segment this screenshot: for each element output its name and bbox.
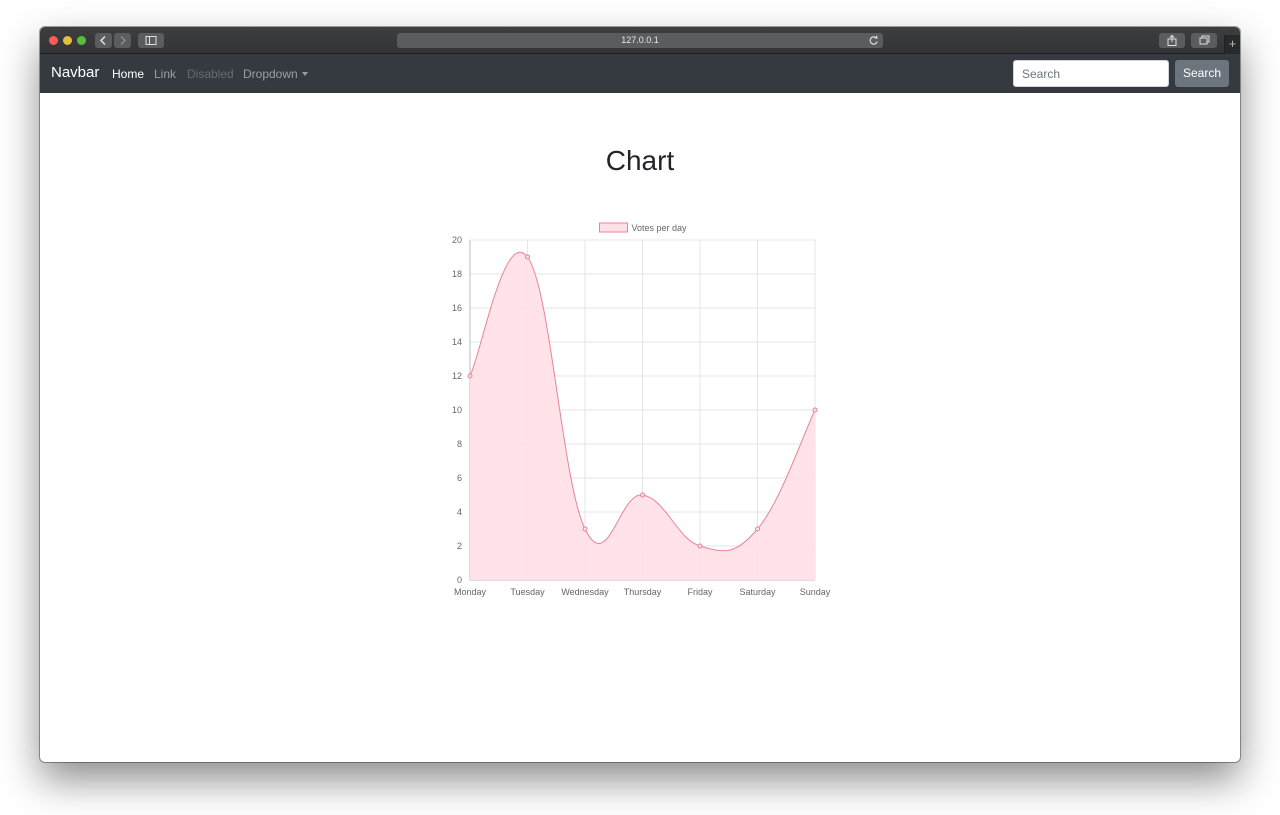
legend-swatch xyxy=(599,222,628,233)
back-chevron-icon xyxy=(99,35,106,46)
forward-chevron-icon xyxy=(120,35,127,46)
data-point xyxy=(755,526,760,532)
x-tick-label: Sunday xyxy=(800,587,831,597)
close-window-button[interactable] xyxy=(49,36,58,45)
search-button[interactable]: Search xyxy=(1175,60,1229,87)
reload-icon[interactable] xyxy=(868,35,879,46)
y-tick-label: 0 xyxy=(457,575,462,585)
nav-dropdown-label: Dropdown xyxy=(243,67,298,81)
data-point xyxy=(812,407,818,413)
x-tick-label: Saturday xyxy=(739,587,776,597)
x-tick-label: Thursday xyxy=(624,587,662,597)
search-input[interactable] xyxy=(1013,60,1169,87)
navbar: Navbar Home Link Disabled Dropdown Searc… xyxy=(40,54,1240,93)
votes-line-chart: 0 2 4 6 8 10 12 14 16 18 20 Monday Tuesday Wednesday T… xyxy=(452,222,831,597)
forward-button[interactable] xyxy=(114,33,131,48)
y-tick-label: 18 xyxy=(452,269,462,279)
legend-label: Votes per day xyxy=(632,223,688,233)
y-tick-label: 12 xyxy=(452,371,462,381)
sidebar-icon xyxy=(145,36,157,45)
x-tick-label: Friday xyxy=(687,587,713,597)
share-icon xyxy=(1167,34,1177,46)
page-title: Chart xyxy=(605,145,675,176)
caret-down-icon xyxy=(301,72,308,76)
x-tick-label: Monday xyxy=(454,587,487,597)
nav-link-link[interactable]: Link xyxy=(154,67,176,81)
y-tick-label: 4 xyxy=(457,507,462,517)
nav-dropdown-toggle[interactable]: Dropdown xyxy=(243,67,308,81)
data-point xyxy=(697,543,703,549)
x-tick-label: Wednesday xyxy=(561,587,609,597)
nav-link-home[interactable]: Home xyxy=(112,67,144,81)
address-bar-url: 127.0.0.1 xyxy=(621,35,659,45)
tabs-overview-button[interactable] xyxy=(1191,33,1217,48)
minimize-window-button[interactable] xyxy=(63,36,72,45)
nav-link-disabled: Disabled xyxy=(187,67,234,81)
y-tick-label: 6 xyxy=(457,473,462,483)
tabs-icon xyxy=(1199,35,1210,45)
data-point xyxy=(467,373,473,379)
browser-window: 127.0.0.1 + Navbar Home Link Disabled Dr… xyxy=(40,27,1240,762)
y-tick-label: 8 xyxy=(457,439,462,449)
x-tick-label: Tuesday xyxy=(510,587,545,597)
new-tab-button[interactable]: + xyxy=(1224,35,1240,54)
navbar-brand[interactable]: Navbar xyxy=(51,64,99,81)
y-tick-label: 20 xyxy=(452,235,462,245)
data-point xyxy=(640,492,645,498)
zoom-window-button[interactable] xyxy=(77,36,86,45)
data-point xyxy=(525,254,530,260)
browser-titlebar: 127.0.0.1 + xyxy=(40,27,1240,54)
data-point xyxy=(582,526,588,532)
address-bar[interactable]: 127.0.0.1 xyxy=(397,33,883,48)
y-tick-label: 16 xyxy=(452,303,462,313)
y-tick-label: 14 xyxy=(452,337,462,347)
y-tick-label: 2 xyxy=(457,541,462,551)
y-tick-label: 10 xyxy=(452,405,462,415)
sidebar-toggle-button[interactable] xyxy=(138,33,164,48)
share-button[interactable] xyxy=(1159,33,1185,48)
back-button[interactable] xyxy=(95,33,112,48)
